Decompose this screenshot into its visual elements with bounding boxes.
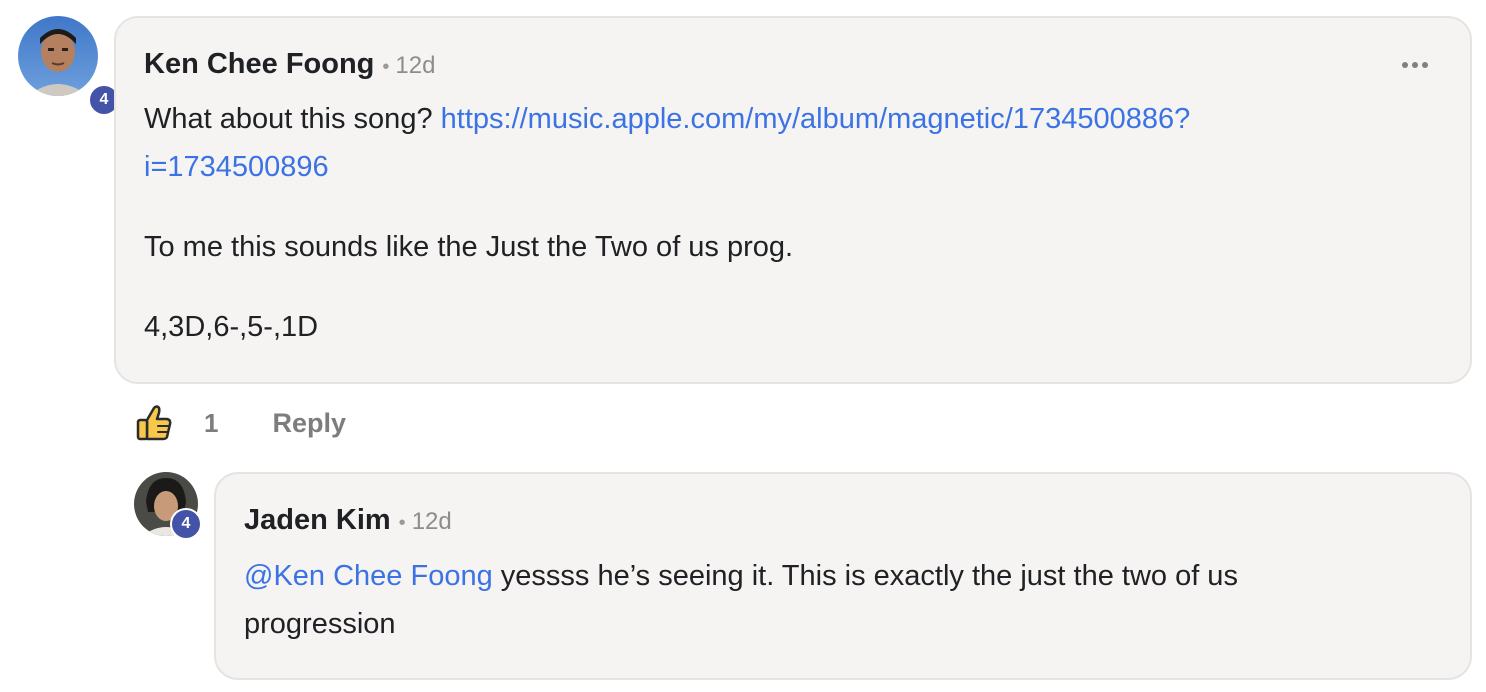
author-name[interactable]: Ken Chee Foong [144, 48, 374, 81]
timestamp: 12d [395, 52, 436, 79]
comment-text: What about this song? [144, 103, 441, 135]
comment-bubble: Ken Chee Foong • 12d What about this son… [114, 16, 1472, 384]
more-dot [1402, 62, 1408, 68]
reply-button[interactable]: Reply [272, 408, 346, 439]
more-options-button[interactable] [1402, 62, 1428, 68]
reply-text-line2: progression [244, 608, 396, 640]
more-dot [1422, 62, 1428, 68]
level-badge: 4 [170, 508, 202, 540]
comment-body: What about this song? https://music.appl… [144, 95, 1444, 351]
comment-paragraph-1: What about this song? https://music.appl… [144, 95, 1444, 191]
music-link-line1: https://music.apple.com/my/album/magneti… [440, 103, 1191, 135]
reply-body: @Ken Chee Foong yessss he’s seeing it. T… [244, 552, 1444, 648]
comment-actions: 1 Reply [136, 404, 346, 442]
separator-dot: • [382, 56, 390, 78]
like-button[interactable]: 1 [136, 404, 218, 442]
reply-header: Jaden Kim • 12d [244, 504, 452, 537]
separator-dot: • [398, 512, 406, 534]
thumbs-up-icon [136, 405, 172, 441]
more-dot [1412, 62, 1418, 68]
reply-text-line1: yessss he’s seeing it. This is exactly t… [492, 560, 1238, 592]
mention-link[interactable]: @Ken Chee Foong [244, 560, 493, 592]
timestamp: 12d [411, 508, 452, 535]
avatar-jaden-kim[interactable]: 4 [134, 472, 202, 540]
comment-paragraph-3: 4,3D,6-,5-,1D [144, 311, 319, 343]
reply-bubble: Jaden Kim • 12d @Ken Chee Foong yessss h… [214, 472, 1472, 680]
comment-header: Ken Chee Foong • 12d [144, 48, 435, 81]
comment-paragraph-2: To me this sounds like the Just the Two … [144, 231, 794, 263]
avatar-ken-chee-foong[interactable]: 4 [18, 16, 120, 116]
like-count: 1 [204, 407, 219, 438]
profile-photo-icon [18, 16, 98, 96]
music-link-line2: i=1734500896 [144, 151, 329, 183]
reply-paragraph: @Ken Chee Foong yessss he’s seeing it. T… [244, 552, 1444, 648]
author-name[interactable]: Jaden Kim [244, 504, 391, 537]
